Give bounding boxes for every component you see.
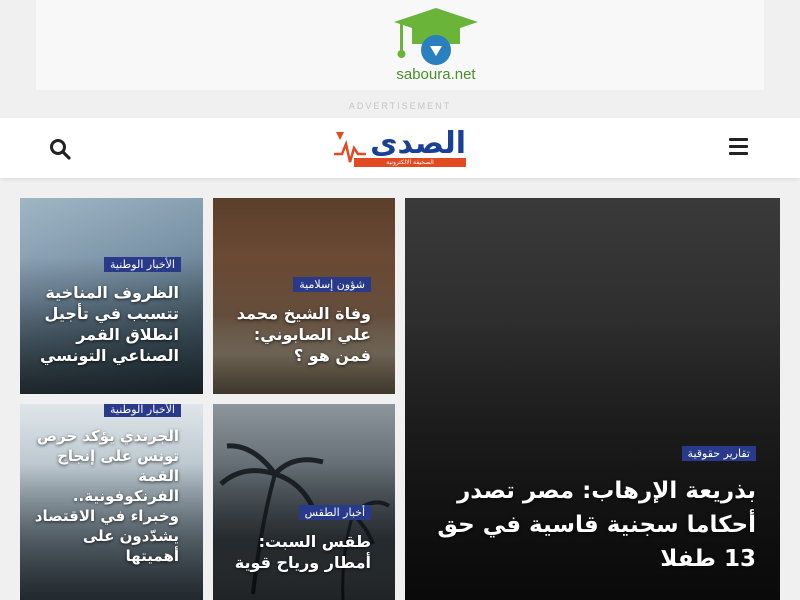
news-card[interactable]: شؤون إسلامية وفاة الشيخ محمد علي الصابون…: [213, 198, 395, 394]
ad-brand-text: saboura.net: [396, 66, 476, 83]
search-button[interactable]: [48, 137, 72, 161]
category-badge[interactable]: تقارير حقوقية: [681, 446, 756, 461]
hamburger-menu-icon: [729, 138, 748, 141]
advertisement-label: ADVERTISEMENT: [348, 101, 452, 111]
news-card-title[interactable]: الجرندي يؤكد حرص تونس على إنجاح القمة ال…: [29, 426, 179, 566]
hamburger-line: [729, 152, 748, 155]
site-logo[interactable]: الصدى الصحيفة الالكترونية: [332, 126, 472, 170]
news-card[interactable]: الأخبار الوطنية الظروف المناخية تتسبب في…: [20, 198, 203, 394]
logo-wordmark: الصدى: [370, 126, 466, 161]
advertisement-area: saboura.net ADVERTISEMENT: [0, 0, 800, 118]
news-card-title[interactable]: طقس السبت: أمطار ورياح قوية: [221, 531, 371, 573]
hamburger-line: [729, 145, 748, 148]
search-icon: [50, 139, 71, 160]
graduation-cap-icon: [394, 8, 478, 65]
menu-button[interactable]: [729, 138, 753, 160]
news-card-title[interactable]: وفاة الشيخ محمد علي الصابوني: فمن هو ؟: [221, 303, 371, 366]
site-header: الصدى الصحيفة الالكترونية: [0, 118, 800, 178]
category-badge[interactable]: الأخبار الوطنية: [104, 257, 181, 272]
category-badge[interactable]: شؤون إسلامية: [293, 277, 371, 292]
category-badge[interactable]: أخبار الطقس: [298, 505, 371, 520]
news-card[interactable]: الأخبار الوطنية الجرندي يؤكد حرص تونس عل…: [20, 404, 203, 600]
saboura-logo[interactable]: saboura.net: [386, 6, 486, 86]
featured-news-card[interactable]: تقارير حقوقية بذريعة الإرهاب: مصر تصدر أ…: [405, 198, 780, 600]
news-card-title[interactable]: الظروف المناخية تتسبب في تأجيل انطلاق ال…: [29, 282, 179, 366]
news-card[interactable]: أخبار الطقس طقس السبت: أمطار ورياح قوية: [213, 404, 395, 600]
ad-banner[interactable]: saboura.net: [36, 0, 764, 90]
featured-news-title[interactable]: بذريعة الإرهاب: مصر تصدر أحكاما سجنية قا…: [426, 474, 756, 576]
category-badge[interactable]: الأخبار الوطنية: [104, 404, 181, 417]
logo-tagline: الصحيفة الالكترونية: [354, 158, 466, 167]
